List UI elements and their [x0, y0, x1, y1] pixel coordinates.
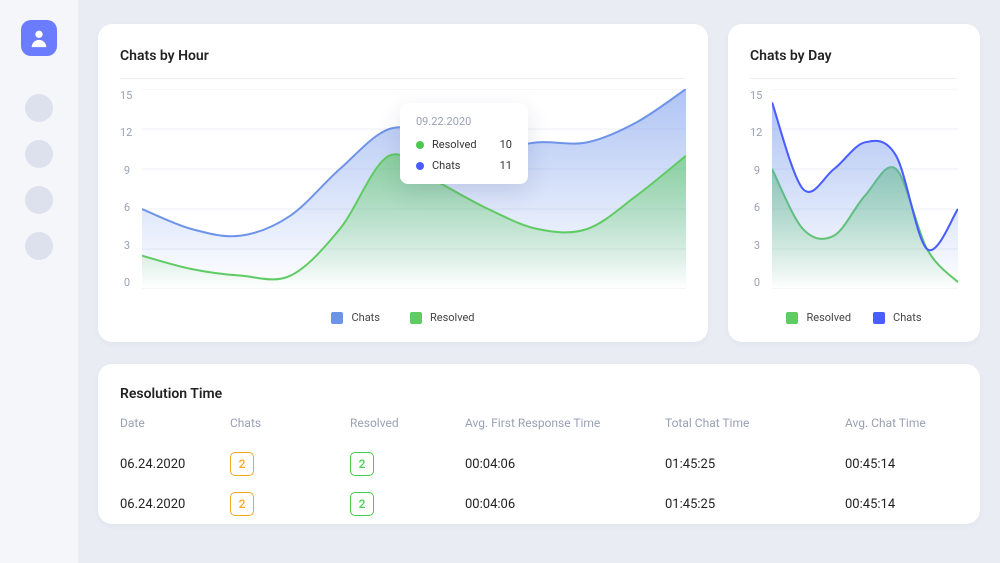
dot-icon [416, 162, 424, 170]
table-row[interactable]: 06.24.2020 2 2 00:04:06 01:45:25 00:45:1… [120, 484, 958, 524]
sidebar-item-3[interactable] [25, 186, 53, 214]
cell-total-time: 01:45:25 [665, 497, 845, 512]
cell-avg-time: 00:45:14 [845, 457, 958, 472]
legend-item-resolved: Resolved [786, 311, 851, 324]
legend-item-resolved: Resolved [410, 311, 475, 324]
divider [750, 78, 958, 79]
sidebar-item-4[interactable] [25, 232, 53, 260]
legend-item-chats: Chats [331, 311, 379, 324]
legend-item-chats: Chats [873, 311, 921, 324]
table-row[interactable]: 06.24.2020 2 2 00:04:06 01:45:25 00:45:1… [120, 444, 958, 484]
person-icon [28, 27, 50, 49]
cell-first-response: 00:04:06 [465, 497, 665, 512]
cell-chats: 2 [230, 452, 350, 476]
app-logo[interactable] [21, 20, 57, 56]
swatch-icon [331, 312, 343, 324]
cell-avg-time: 00:45:14 [845, 497, 958, 512]
swatch-icon [410, 312, 422, 324]
chats-by-hour-card: Chats by Hour 15 12 9 6 3 0 [98, 24, 708, 342]
chart-plot-hour: 09.22.2020 Resolved 10 Chats [142, 89, 686, 289]
sidebar-item-2[interactable] [25, 140, 53, 168]
swatch-icon [873, 312, 885, 324]
cell-resolved: 2 [350, 492, 465, 516]
cell-chats: 2 [230, 492, 350, 516]
tooltip-date: 09.22.2020 [416, 115, 512, 128]
cell-resolved: 2 [350, 452, 465, 476]
card-title: Chats by Hour [120, 48, 686, 64]
swatch-icon [786, 312, 798, 324]
cell-date: 06.24.2020 [120, 457, 230, 472]
card-title: Chats by Day [750, 48, 958, 64]
cell-total-time: 01:45:25 [665, 457, 845, 472]
card-title: Resolution Time [120, 386, 958, 402]
dot-icon [416, 141, 424, 149]
cell-date: 06.24.2020 [120, 497, 230, 512]
chart-tooltip: 09.22.2020 Resolved 10 Chats [400, 103, 528, 184]
main-content: Chats by Hour 15 12 9 6 3 0 [78, 0, 1000, 563]
tooltip-row-chats: Chats 11 [416, 159, 512, 172]
y-axis: 15 12 9 6 3 0 [120, 89, 142, 289]
divider [120, 78, 686, 79]
chart-legend: Chats Resolved [120, 311, 686, 324]
cell-first-response: 00:04:06 [465, 457, 665, 472]
sidebar [0, 0, 78, 563]
chart-legend: Resolved Chats [750, 311, 958, 324]
table-header: Date Chats Resolved Avg. First Response … [120, 416, 958, 430]
chart-plot-day [772, 89, 958, 289]
y-axis: 15 12 9 6 3 0 [750, 89, 772, 289]
tooltip-row-resolved: Resolved 10 [416, 138, 512, 151]
sidebar-item-1[interactable] [25, 94, 53, 122]
chats-by-day-card: Chats by Day 15 12 9 6 3 0 [728, 24, 980, 342]
resolution-time-card: Resolution Time Date Chats Resolved Avg.… [98, 364, 980, 524]
